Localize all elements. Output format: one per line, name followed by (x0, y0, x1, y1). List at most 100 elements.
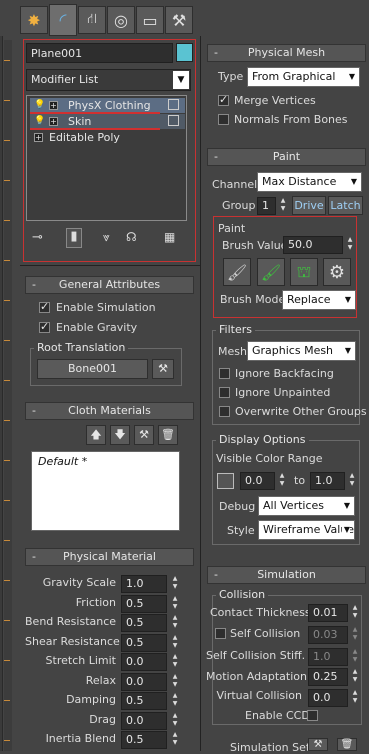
overwrite-other-groups-checkbox[interactable] (219, 406, 230, 417)
range-from-spinner[interactable]: 0.0 (240, 472, 275, 490)
contact-thickness-spinner[interactable]: 0.01 (308, 604, 348, 622)
physical-material-spinner[interactable]: 0.0 (121, 672, 167, 691)
self-collision-checkbox[interactable] (215, 628, 226, 639)
modifier-list-dropdown[interactable]: Modifier List ▼ (26, 69, 191, 91)
list-item[interactable]: Default * (32, 452, 179, 471)
ignore-backfacing-checkbox[interactable] (219, 368, 230, 379)
group-spinner[interactable]: 1 (257, 197, 276, 215)
pick-simulation-set-button[interactable]: ⚒ (308, 738, 328, 751)
physical-material-rollout[interactable]: - Physical Material (25, 548, 194, 566)
pick-bone-button[interactable]: ⚒ (152, 359, 174, 379)
stack-item-skin[interactable]: 💡 + Skin (30, 114, 185, 129)
spinner-arrows-icon[interactable]: ▲ ▼ (278, 197, 288, 215)
mesh-dropdown[interactable]: Graphics Mesh ▼ (247, 341, 356, 361)
pick-material-button[interactable]: ⚒ (134, 425, 154, 445)
spinner-arrows-icon[interactable]: ▲ ▼ (350, 604, 360, 622)
stack-item-editable-poly[interactable]: + Editable Poly (30, 130, 185, 145)
move-up-button[interactable]: 🡅 (86, 425, 106, 445)
motion-adaptation-spinner[interactable]: 0.25 (308, 668, 348, 686)
stack-item-label: PhysX Clothing (68, 99, 151, 112)
simulation-rollout[interactable]: - Simulation (207, 566, 366, 584)
delete-simulation-set-button[interactable]: 🗑 (337, 738, 357, 751)
physical-material-spinner[interactable]: 1.0 (121, 575, 167, 593)
group-value: 1 (262, 199, 269, 212)
bone-picker-button[interactable]: Bone001 (37, 359, 148, 379)
spinner-arrows-icon[interactable]: ▲ ▼ (170, 673, 180, 691)
paint-green-brush-button[interactable]: 🖌 (257, 258, 285, 286)
pin-stack-icon[interactable]: ⊸ (32, 230, 43, 245)
display-tab[interactable]: ▭ (136, 6, 164, 34)
drive-button[interactable]: Drive (292, 196, 326, 215)
self-collision-stiff-spinner[interactable]: 1.0 (308, 648, 348, 666)
spinner-arrows-icon[interactable]: ▲ ▼ (170, 653, 180, 671)
enable-simulation-checkbox[interactable] (39, 300, 50, 313)
delete-material-button[interactable]: 🗑 (158, 425, 178, 445)
general-attributes-rollout[interactable]: - General Attributes (25, 276, 194, 294)
style-dropdown[interactable]: Wireframe Value ▼ (258, 520, 355, 540)
spinner-arrows-icon[interactable]: ▲ ▼ (350, 668, 360, 686)
spinner-arrows-icon[interactable]: ▲ ▼ (347, 472, 357, 490)
virtual-collision-spinner[interactable]: 0.0 (308, 689, 348, 707)
object-name-field[interactable]: Plane001 (26, 43, 173, 63)
range-to-spinner[interactable]: 1.0 (310, 472, 345, 490)
channel-dropdown[interactable]: Max Distance ▼ (257, 172, 362, 192)
trash-icon: 🗑 (340, 739, 354, 750)
physical-material-spinner[interactable]: 0.5 (121, 692, 167, 710)
spinner-arrows-icon[interactable]: ▲ ▼ (350, 689, 360, 707)
self-collision-spinner[interactable]: 0.03 (308, 626, 348, 644)
spinner-arrows-icon[interactable]: ▲ ▼ (170, 692, 180, 710)
enable-ccd-checkbox[interactable] (307, 710, 318, 721)
object-color-swatch[interactable] (176, 43, 193, 62)
brush-value-spinner[interactable]: 50.0 (283, 236, 343, 254)
motion-tab[interactable]: ◎ (107, 6, 135, 34)
spinner-arrows-icon[interactable]: ▲ ▼ (170, 634, 180, 652)
configure-modifier-sets-icon[interactable]: ▦ (164, 230, 175, 244)
physical-material-spinner[interactable]: 0.0 (121, 711, 167, 730)
paint-fill-button[interactable]: ⛫ (290, 258, 318, 286)
ignore-unpainted-checkbox[interactable] (219, 387, 230, 398)
move-down-button[interactable]: 🡇 (110, 425, 130, 445)
physical-material-spinner[interactable]: 0.0 (121, 653, 167, 671)
normals-from-bones-checkbox[interactable] (218, 114, 229, 125)
brush-mode-dropdown[interactable]: Replace ▼ (282, 290, 356, 310)
spinner-arrows-icon[interactable]: ▲ ▼ (277, 472, 287, 490)
paint-options-button[interactable]: ⚙ (323, 258, 351, 286)
spinner-arrows-icon[interactable]: ▲ ▼ (170, 575, 180, 593)
debug-dropdown[interactable]: All Vertices ▼ (258, 496, 355, 516)
merge-vertices-checkbox[interactable] (218, 93, 229, 106)
enable-gravity-label: Enable Gravity (56, 321, 138, 334)
modify-tab[interactable]: ◜ (49, 4, 77, 36)
filters-label: Filters (216, 323, 255, 336)
spinner-arrows-icon[interactable]: ▲ ▼ (350, 626, 360, 644)
physical-material-spinner[interactable]: 0.5 (121, 614, 167, 632)
cloth-materials-rollout[interactable]: - Cloth Materials (25, 402, 194, 420)
physical-mesh-rollout[interactable]: - Physical Mesh (207, 44, 366, 62)
remove-modifier-icon[interactable]: ☊ (126, 230, 137, 244)
type-dropdown[interactable]: From Graphical ▼ (247, 67, 360, 87)
show-end-result-icon[interactable]: ▮ (66, 228, 82, 248)
enable-gravity-checkbox[interactable] (39, 320, 50, 333)
spinner-arrows-icon[interactable]: ▲ ▼ (170, 614, 180, 632)
physical-material-spinner[interactable]: 0.5 (121, 731, 167, 749)
expand-icon[interactable]: + (49, 117, 58, 126)
expand-icon[interactable]: + (34, 133, 43, 142)
channel-value: Max Distance (262, 175, 337, 188)
hierarchy-tab[interactable]: ⛙ (78, 6, 106, 34)
make-unique-icon[interactable]: ⩔ (103, 230, 110, 245)
range-picker-icon[interactable] (217, 473, 234, 489)
physical-material-spinner[interactable]: 0.5 (121, 594, 167, 613)
spinner-arrows-icon[interactable]: ▲ ▼ (350, 648, 360, 666)
paint-brush-button[interactable]: 🖌 (223, 258, 251, 286)
spinner-arrows-icon[interactable]: ▲ ▼ (345, 236, 355, 254)
spinner-arrows-icon[interactable]: ▲ ▼ (170, 731, 180, 749)
physical-material-spinner[interactable]: 0.5 (121, 633, 167, 652)
selection-underline (30, 112, 160, 114)
paint-rollout[interactable]: - Paint (207, 148, 366, 166)
expand-icon[interactable]: + (49, 101, 58, 110)
stack-item-physx-clothing[interactable]: 💡 + PhysX Clothing (30, 98, 185, 113)
create-tab[interactable]: ✸ (20, 6, 48, 34)
utilities-tab[interactable]: ⚒ (165, 6, 193, 34)
latch-button[interactable]: Latch (328, 196, 363, 215)
spinner-arrows-icon[interactable]: ▲ ▼ (170, 595, 180, 613)
spinner-arrows-icon[interactable]: ▲ ▼ (170, 712, 180, 730)
